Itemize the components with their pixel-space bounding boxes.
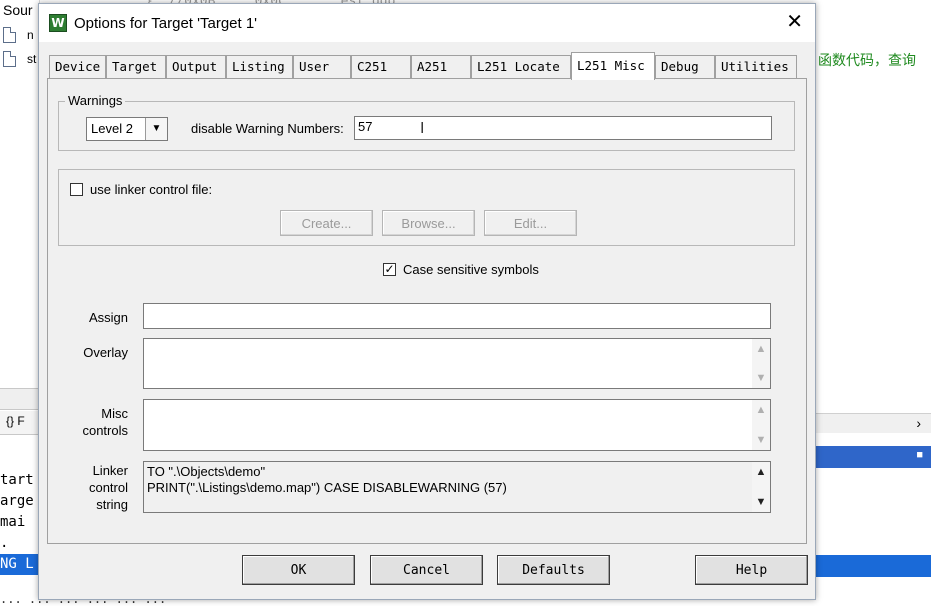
misc-controls-scrollbar[interactable]: ▲ ▼ — [752, 400, 770, 450]
output-line: tart — [0, 472, 34, 488]
linker-string-line: PRINT(".\Listings\demo.map") CASE DISABL… — [147, 480, 507, 495]
linker-string-line: TO ".\Objects\demo" — [147, 464, 266, 479]
file-icon — [3, 27, 16, 43]
warning-level-select[interactable]: Level 2 ▼ — [86, 117, 168, 141]
scroll-down-icon[interactable]: ▼ — [752, 434, 770, 446]
close-button[interactable]: ✕ — [786, 12, 803, 32]
project-file-label[interactable]: st — [27, 52, 36, 66]
warning-level-value: Level 2 — [91, 121, 133, 136]
l251-misc-panel: Warnings Level 2 ▼ disable Warning Numbe… — [47, 78, 807, 544]
functions-tab[interactable]: {} F — [0, 411, 40, 435]
misc-controls-input[interactable]: ▲ ▼ — [143, 399, 771, 451]
tab-l251-misc[interactable]: L251 Misc — [571, 52, 655, 80]
output-line: . — [0, 535, 9, 551]
case-sensitive-label: Case sensitive symbols — [403, 262, 539, 277]
help-button[interactable]: Help — [695, 555, 808, 585]
close-icon: ✕ — [786, 11, 803, 33]
linker-control-file-group: use linker control file: Create... Brows… — [58, 169, 795, 246]
overlay-scrollbar[interactable]: ▲ ▼ — [752, 339, 770, 388]
disable-warnings-label: disable Warning Numbers: — [191, 121, 344, 136]
assign-label: Assign — [88, 310, 128, 325]
scroll-up-icon[interactable]: ▲ — [752, 404, 770, 416]
defaults-button[interactable]: Defaults — [497, 555, 610, 585]
tab-user[interactable]: User — [293, 55, 351, 79]
overlay-input[interactable]: ▲ ▼ — [143, 338, 771, 389]
options-dialog: W Options for Target 'Target 1' ✕ Device… — [38, 3, 816, 600]
ok-button[interactable]: OK — [242, 555, 355, 585]
project-file-label[interactable]: n — [27, 28, 34, 42]
scroll-up-icon[interactable]: ▲ — [752, 343, 770, 355]
editor-horizontal-scrollbar[interactable]: › — [815, 413, 931, 433]
create-button[interactable]: Create... — [280, 210, 373, 236]
linker-control-string-box[interactable]: TO ".\Objects\demo" PRINT(".\Listings\de… — [143, 461, 771, 513]
tab-listing[interactable]: Listing — [226, 55, 293, 79]
keil-app-icon: W — [49, 14, 67, 32]
disable-warnings-value: 57 — [358, 119, 373, 134]
tab-a251[interactable]: A251 — [411, 55, 471, 79]
linker-string-scrollbar[interactable]: ▲ ▼ — [752, 462, 770, 512]
output-line: mai — [0, 514, 26, 530]
build-output-header: ■ — [815, 446, 931, 468]
tab-target[interactable]: Target — [106, 55, 166, 79]
scroll-down-icon[interactable]: ▼ — [752, 372, 770, 384]
case-sensitive-checkbox[interactable]: ✓ — [383, 263, 396, 276]
tab-debug[interactable]: Debug — [655, 55, 715, 79]
warnings-legend: Warnings — [65, 93, 126, 108]
linker-control-file-checkbox[interactable] — [70, 183, 83, 196]
tab-utilities[interactable]: Utilities — [715, 55, 797, 79]
chevron-down-icon[interactable]: ▼ — [145, 118, 167, 140]
linker-control-file-label: use linker control file: — [90, 182, 213, 197]
output-selection-band — [815, 555, 931, 577]
check-icon: ✓ — [384, 262, 395, 276]
assign-input[interactable] — [143, 303, 771, 329]
linker-string-label-3: string — [96, 497, 128, 512]
disable-warnings-input[interactable]: 57 — [354, 116, 772, 140]
options-tab-strip: Device Target Output Listing User C251 A… — [49, 52, 809, 80]
file-icon — [3, 51, 16, 67]
panel-gutter — [0, 388, 40, 410]
misc-controls-label-2: controls — [82, 423, 128, 438]
tab-l251-locate[interactable]: L251 Locate — [471, 55, 571, 79]
warnings-group: Warnings Level 2 ▼ disable Warning Numbe… — [58, 93, 795, 151]
project-panel-title: Sour — [3, 2, 33, 18]
tab-device[interactable]: Device — [49, 55, 106, 79]
misc-controls-label-1: Misc — [101, 406, 128, 421]
overlay-label: Overlay — [83, 345, 128, 360]
output-line-selected[interactable]: NG L — [0, 554, 40, 575]
scroll-up-icon[interactable]: ▲ — [752, 466, 770, 478]
dialog-title: Options for Target 'Target 1' — [74, 15, 258, 32]
cancel-button[interactable]: Cancel — [370, 555, 483, 585]
linker-string-label-2: control — [88, 480, 128, 495]
project-panel: Sour n st — [0, 0, 40, 390]
text-cursor-icon: I — [420, 120, 425, 137]
scroll-down-icon[interactable]: ▼ — [752, 496, 770, 508]
tab-c251[interactable]: C251 — [351, 55, 411, 79]
linker-string-label-1: Linker — [92, 463, 128, 478]
pin-icon[interactable]: ■ — [916, 449, 923, 461]
build-output-panel: tart arge mai . NG L — [0, 470, 40, 600]
editor-comment-text: 函数代码，查询 — [818, 52, 916, 68]
edit-button[interactable]: Edit... — [484, 210, 577, 236]
tab-output[interactable]: Output — [166, 55, 226, 79]
output-line: arge — [0, 493, 34, 509]
dialog-titlebar[interactable]: W Options for Target 'Target 1' ✕ — [39, 4, 815, 42]
scroll-right-icon[interactable]: › — [916, 415, 921, 431]
browse-button[interactable]: Browse... — [382, 210, 475, 236]
